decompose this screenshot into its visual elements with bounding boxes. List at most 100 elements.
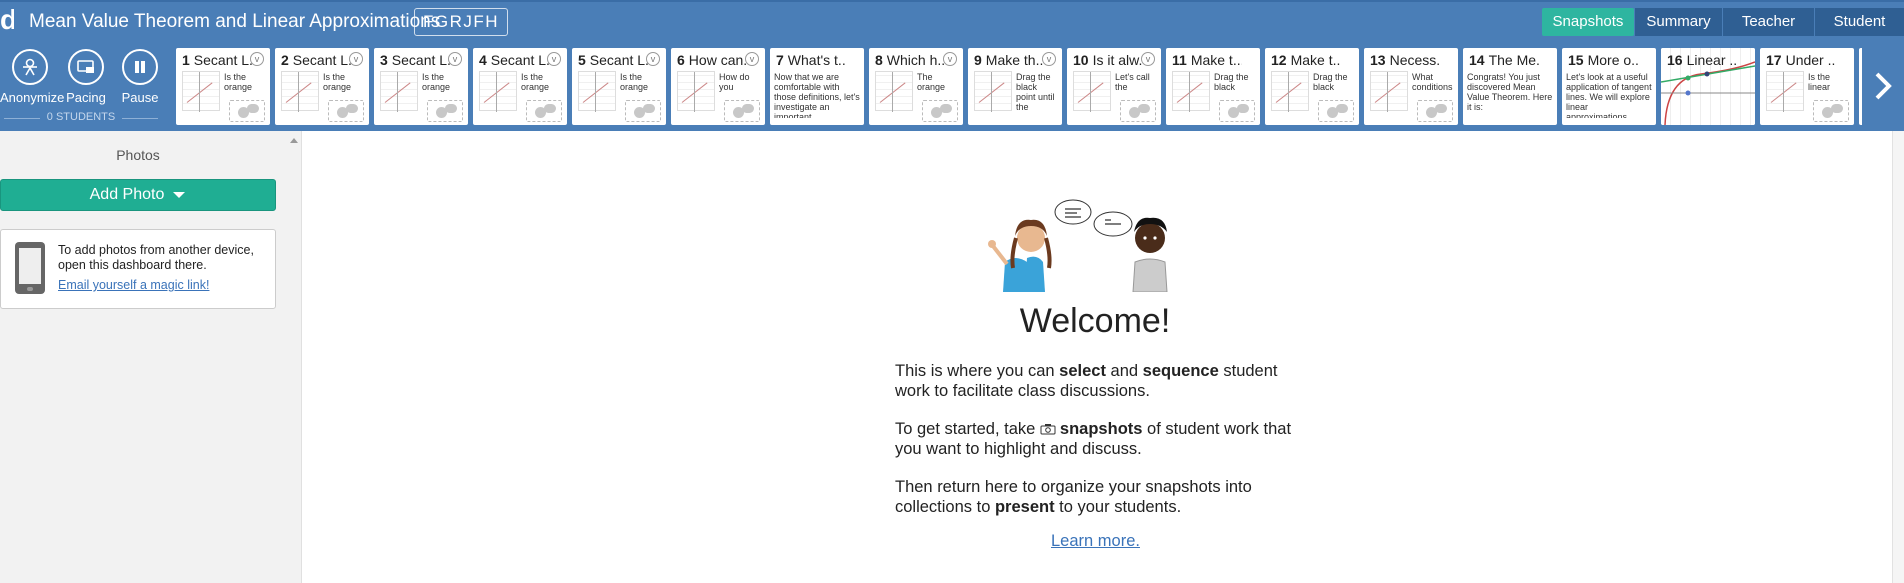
screen-title: Linear ... xyxy=(1686,52,1737,68)
screen-card[interactable]: 15 More o... Let's look at a useful applic… xyxy=(1562,48,1656,125)
visibility-icon[interactable]: v xyxy=(1042,52,1056,66)
screen-number: 2 xyxy=(281,52,289,68)
pacing-label: Pacing xyxy=(66,90,106,105)
visibility-icon[interactable]: v xyxy=(547,52,561,66)
pacing-button[interactable]: Pacing xyxy=(56,49,116,105)
screen-thumbnail xyxy=(578,71,616,112)
tab-student[interactable]: Student xyxy=(1814,8,1904,36)
chevron-right-icon xyxy=(1875,72,1892,99)
screen-card[interactable]: 6How can...vHow do you xyxy=(671,48,765,125)
screen-card[interactable]: 13Necess...What conditions xyxy=(1364,48,1458,125)
screen-thumbnail xyxy=(281,71,319,112)
visibility-icon[interactable]: v xyxy=(943,52,957,66)
screen-card[interactable]: 2Secant L...vIs the orange xyxy=(275,48,369,125)
student-count: 0 STUDENTS xyxy=(0,111,162,123)
pacing-icon xyxy=(68,49,104,85)
screen-card[interactable]: 7 What's t... Now that we are comfortable … xyxy=(770,48,864,125)
visibility-icon[interactable]: v xyxy=(349,52,363,66)
text-fragment: snapshots xyxy=(1059,420,1143,438)
screen-text: Drag the black point until the tangent xyxy=(1016,72,1055,112)
screen-title: How can... xyxy=(688,52,747,68)
text-fragment: This is where you can xyxy=(895,362,1060,380)
responses-icon xyxy=(1120,100,1156,122)
view-tabs: Snapshots Summary Teacher Student xyxy=(1542,8,1904,36)
responses-icon xyxy=(427,100,463,122)
activity-title: Mean Value Theorem and Linear Approximat… xyxy=(29,11,441,32)
screen-number: 3 xyxy=(380,52,388,68)
screen-text: Now that we are comfortable with those d… xyxy=(774,72,860,118)
screen-thumbnail xyxy=(974,71,1012,112)
welcome-illustration xyxy=(985,196,1191,293)
screen-card[interactable]: 3Secant L...vIs the orange xyxy=(374,48,468,125)
learn-more-link[interactable]: Learn more. xyxy=(1051,532,1140,551)
magic-link-info: To add photos from another device, open … xyxy=(0,229,276,309)
screen-number: 6 xyxy=(677,52,685,68)
responses-icon xyxy=(1219,100,1255,122)
tab-summary[interactable]: Summary xyxy=(1634,8,1722,36)
scroll-up-arrow-icon[interactable] xyxy=(290,138,298,143)
visibility-icon[interactable]: v xyxy=(745,52,759,66)
caret-down-icon xyxy=(173,192,186,198)
responses-icon xyxy=(328,100,364,122)
screen-card[interactable]: 10Is it alw...vLet's call the xyxy=(1067,48,1161,125)
app-logo[interactable]: d xyxy=(0,5,14,35)
magic-link-text: To add photos from another device, open … xyxy=(58,243,254,272)
visibility-icon[interactable]: v xyxy=(250,52,264,66)
add-photo-label: Add Photo xyxy=(89,186,165,203)
class-code[interactable]: FGRJFH xyxy=(414,8,508,36)
text-fragment: present xyxy=(994,498,1055,516)
visibility-icon[interactable]: v xyxy=(646,52,660,66)
right-scrollbar[interactable] xyxy=(1892,131,1904,583)
add-photo-button[interactable]: Add Photo xyxy=(0,179,276,211)
screen-number: 1 xyxy=(182,52,190,68)
screen-strip: 1Secant L...vIs the orange 2Secant L...v… xyxy=(176,48,1862,125)
phone-icon xyxy=(15,242,45,294)
text-fragment: to your students. xyxy=(1054,498,1182,516)
text-fragment: and xyxy=(1105,362,1143,380)
anonymize-icon xyxy=(12,49,48,85)
screen-number: 14 xyxy=(1469,52,1485,68)
visibility-icon[interactable]: v xyxy=(448,52,462,66)
screen-title: Make th... xyxy=(985,52,1044,68)
screen-card[interactable]: 12 Make t... Drag the black xyxy=(1265,48,1359,125)
screen-title: Secant L... xyxy=(490,52,549,68)
magic-link[interactable]: Email yourself a magic link! xyxy=(58,278,209,292)
visibility-icon[interactable]: v xyxy=(1141,52,1155,66)
screen-card[interactable]: 8 Which h... v The orange xyxy=(869,48,963,125)
screen-title: Secant L... xyxy=(589,52,648,68)
screen-card[interactable]: 5Secant L...vIs the orange xyxy=(572,48,666,125)
screen-card[interactable]: 17 Under ... Is the linear xyxy=(1760,48,1854,125)
screen-number: 10 xyxy=(1073,52,1089,68)
screen-title: Make t... xyxy=(1290,52,1341,68)
screen-thumbnail xyxy=(677,71,715,112)
scrollbar[interactable] xyxy=(286,131,302,583)
screen-thumbnail xyxy=(875,71,913,112)
screen-thumbnail xyxy=(1271,71,1309,112)
photos-panel: Photos Add Photo To add photos from anot… xyxy=(0,131,286,583)
screen-text: Congrats! You just discovered Mean Value… xyxy=(1467,72,1553,112)
responses-icon xyxy=(1318,100,1354,122)
screen-number: 15 xyxy=(1568,52,1584,68)
anonymize-button[interactable]: Anonymize xyxy=(0,49,64,105)
next-screens-button[interactable] xyxy=(1862,40,1904,131)
responses-icon xyxy=(625,100,661,122)
screen-title: Secant L... xyxy=(193,52,252,68)
screen-card[interactable]: 11 Make t... Drag the black xyxy=(1166,48,1260,125)
responses-icon xyxy=(1417,100,1453,122)
text-fragment: sequence xyxy=(1142,362,1219,380)
welcome-heading: Welcome! xyxy=(1019,302,1171,340)
screen-card[interactable]: 4Secant L...vIs the orange xyxy=(473,48,567,125)
screen-card[interactable]: 14The Me... Congrats! You just discovered… xyxy=(1463,48,1557,125)
screen-card[interactable]: 16 Linear ... xyxy=(1661,48,1755,125)
tab-teacher[interactable]: Teacher xyxy=(1722,8,1814,36)
screen-title: Is it alw... xyxy=(1092,52,1143,68)
screen-card[interactable]: 9 Make th... v Drag the black point until t… xyxy=(968,48,1062,125)
screen-title: Make t... xyxy=(1190,52,1242,68)
screen-card[interactable]: 1Secant L...vIs the orange xyxy=(176,48,270,125)
tab-snapshots[interactable]: Snapshots xyxy=(1542,8,1634,36)
screen-thumbnail xyxy=(182,71,220,112)
screen-title: Necess... xyxy=(1389,52,1440,68)
pause-button[interactable]: Pause xyxy=(110,49,170,105)
screen-number: 8 xyxy=(875,52,883,68)
responses-icon xyxy=(229,100,265,122)
